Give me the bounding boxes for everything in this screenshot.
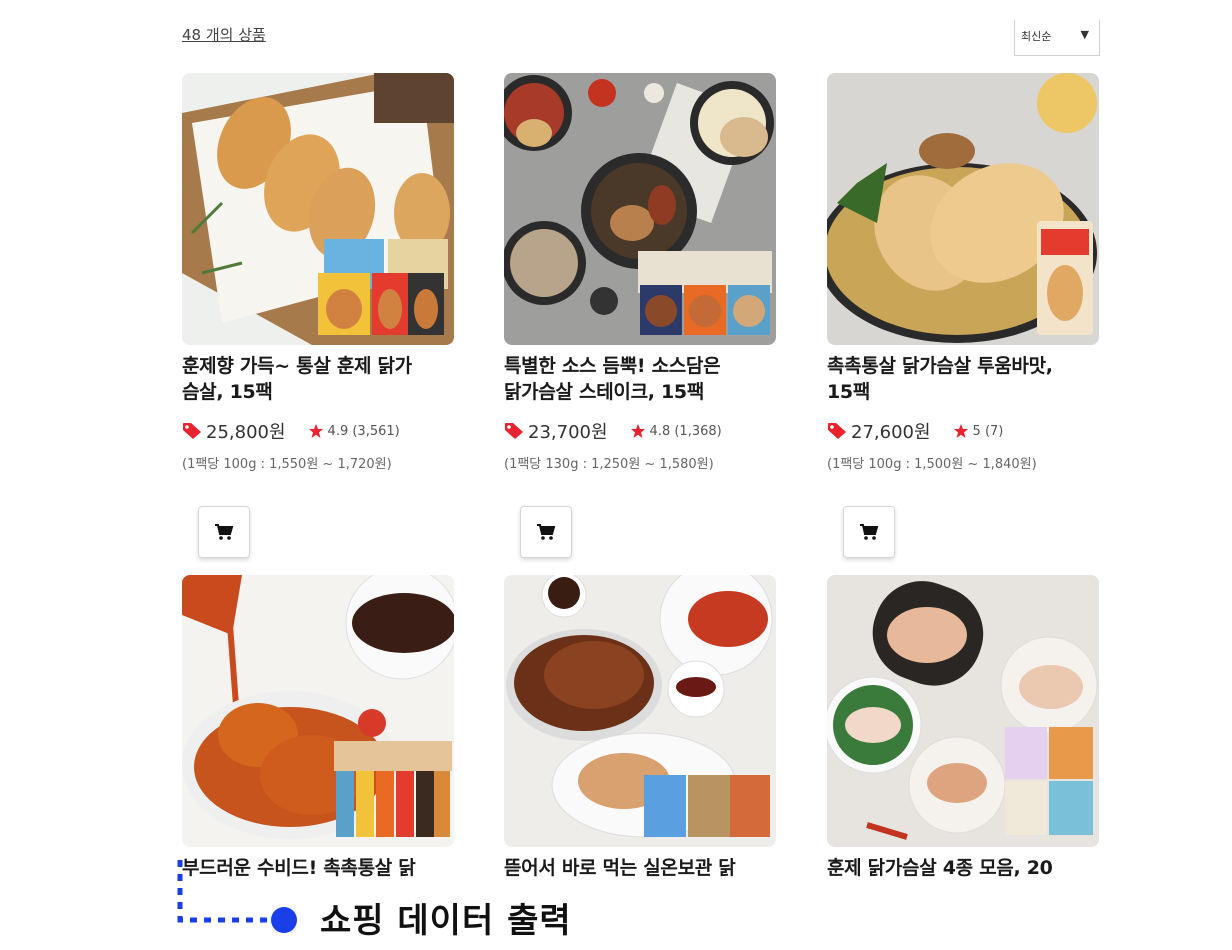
cart-icon [537, 524, 556, 540]
product-count: 48 개의 상품 [182, 26, 266, 44]
product-card[interactable]: 특별한 소스 듬뿍! 소스담은 닭가슴살 스테이크, 15팩 23,700원 4… [504, 73, 778, 472]
add-to-cart-button[interactable] [198, 506, 250, 558]
product-card[interactable]: 촉촉통살 닭가슴살 투움바맛, 15팩 27,600원 5 (7) (1팩당 1… [827, 73, 1101, 472]
sort-select-value: 최신순 [1021, 30, 1052, 43]
add-to-cart-button[interactable] [843, 506, 895, 558]
price-tag-icon [505, 423, 523, 439]
product-title[interactable]: 촉촉통살 닭가슴살 투움바맛, 15팩 [827, 353, 1101, 405]
annotation-label: 쇼핑 데이터 출력 [320, 901, 572, 941]
product-image[interactable] [827, 575, 1099, 847]
product-title[interactable]: 특별한 소스 듬뿍! 소스담은 닭가슴살 스테이크, 15팩 [504, 353, 778, 405]
product-card[interactable]: 훈제향 가득~ 통살 훈제 닭가 슴살, 15팩 25,800원 4.9 (3,… [182, 73, 456, 472]
product-card[interactable]: 부드러운 수비드! 촉촉통살 닭 [182, 575, 456, 881]
product-price: 25,800원 [206, 422, 286, 443]
product-photo-smoked-chicken [182, 73, 454, 345]
sort-select[interactable]: 최신순 ▼ [1014, 20, 1100, 56]
product-image[interactable] [182, 73, 454, 345]
unit-price: (1팩당 100g : 1,550원 ~ 1,720원) [182, 457, 392, 472]
product-rating: 4.8 (1,368) [649, 423, 722, 439]
product-image[interactable] [827, 73, 1099, 345]
chevron-down-icon: ▼ [1080, 28, 1089, 41]
product-image[interactable] [504, 575, 776, 847]
cart-icon [860, 524, 879, 540]
product-title[interactable]: 훈제향 가득~ 통살 훈제 닭가 슴살, 15팩 [182, 353, 456, 405]
star-icon [953, 424, 968, 438]
product-price: 27,600원 [851, 422, 931, 443]
add-to-cart-button[interactable] [520, 506, 572, 558]
product-photo-smoked-4set [827, 575, 1099, 847]
product-photo-toowoomba-chicken [827, 73, 1099, 345]
product-rating: 4.9 (3,561) [327, 423, 400, 439]
product-rating: 5 (7) [972, 423, 1004, 439]
price-tag-icon [183, 423, 201, 439]
star-icon [308, 424, 323, 438]
product-card[interactable]: 뜯어서 바로 먹는 실온보관 닭 [504, 575, 778, 881]
unit-price: (1팩당 100g : 1,500원 ~ 1,840원) [827, 457, 1037, 472]
cart-icon [215, 524, 234, 540]
product-title[interactable]: 훈제 닭가슴살 4종 모음, 20 [827, 855, 1101, 881]
product-card[interactable]: 훈제 닭가슴살 4종 모음, 20 [827, 575, 1101, 881]
annotation-dot-icon [271, 907, 297, 933]
product-image[interactable] [504, 73, 776, 345]
price-tag-icon [828, 423, 846, 439]
product-photo-sauce-steak [504, 73, 776, 345]
star-icon [630, 424, 645, 438]
unit-price: (1팩당 130g : 1,250원 ~ 1,580원) [504, 457, 714, 472]
product-photo-sousvide-chicken [182, 575, 454, 847]
product-price: 23,700원 [528, 422, 608, 443]
product-photo-roomtemp-chicken [504, 575, 776, 847]
product-image[interactable] [182, 575, 454, 847]
